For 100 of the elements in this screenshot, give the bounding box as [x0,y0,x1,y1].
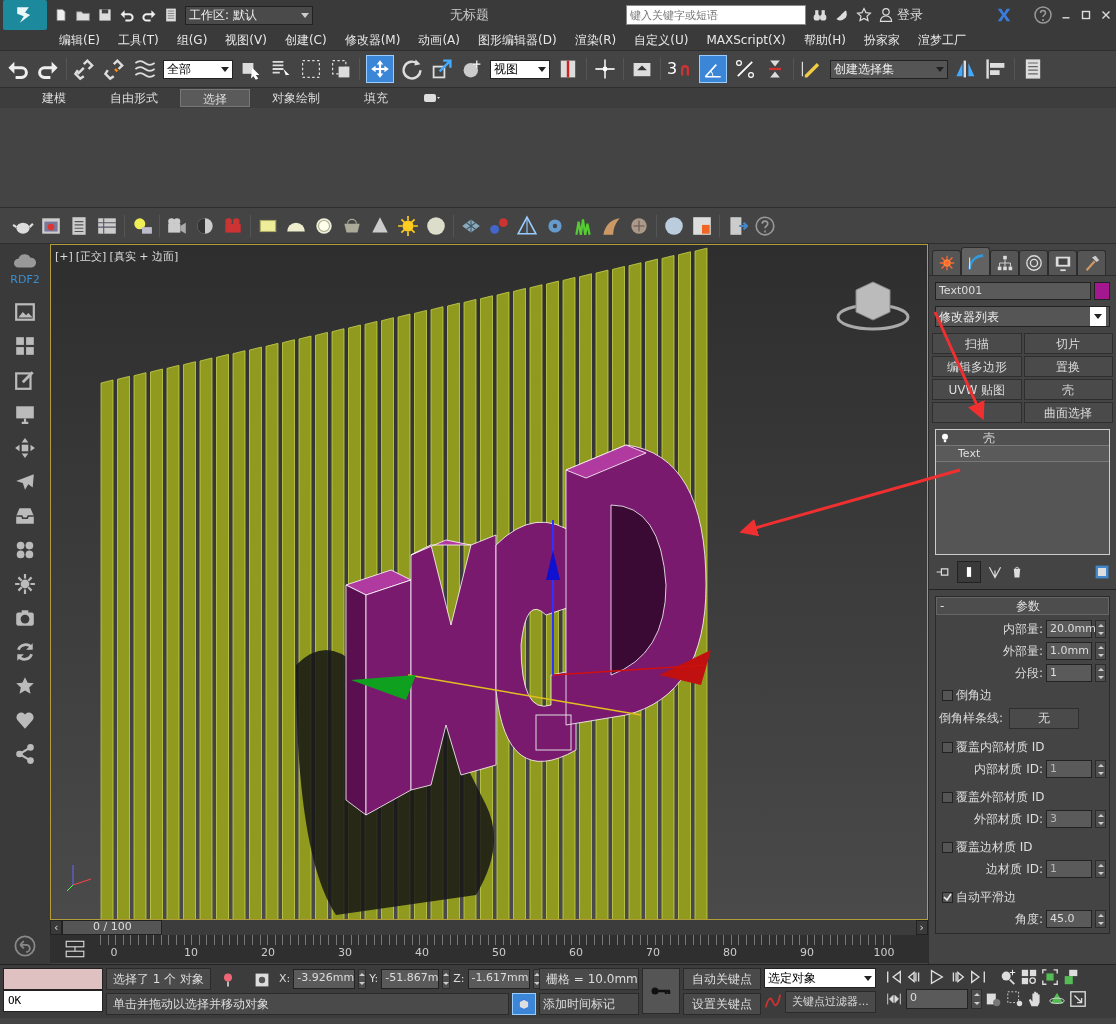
collapse-sign[interactable]: - [937,597,948,615]
menu-item[interactable]: 工具(T) [108,31,168,49]
pick-spline-button[interactable]: 无 [1009,707,1080,729]
command-panel-tab[interactable] [932,250,961,275]
checkbox[interactable] [942,891,953,903]
viewport-label[interactable]: [+] [55,249,73,266]
menu-item[interactable]: 渲梦工厂 [909,31,975,49]
zoom-icon[interactable] [999,968,1017,986]
star-icon[interactable] [856,7,872,23]
object-name-field[interactable]: Text001 [935,282,1091,300]
unlink-icon[interactable] [103,57,127,81]
save-icon[interactable] [97,7,113,23]
spinner-arrows-icon[interactable] [442,969,451,989]
login-link[interactable]: 登录 [897,5,923,25]
back-icon[interactable] [13,934,37,958]
spinner-arrows-icon[interactable] [1095,810,1106,828]
scale-icon[interactable] [430,57,454,81]
ribbon-tab[interactable]: 选择 [180,89,250,107]
modifier-button[interactable]: 曲面选择 [1023,402,1113,423]
named-selection-dropdown[interactable]: 创建选择集 [830,59,949,79]
modifier-button[interactable] [932,402,1022,423]
checkbox[interactable] [942,791,953,803]
command-panel-tab[interactable] [1019,250,1048,275]
x-coordinate-field[interactable]: -3.926mm [293,969,356,989]
menu-item[interactable]: 图形编辑器(D) [468,31,566,49]
spinner-arrows-icon[interactable] [1095,642,1106,660]
menu-item[interactable]: 自定义(U) [625,31,698,49]
workspace-dropdown[interactable]: 工作区: 默认 [185,5,313,25]
redo-icon[interactable] [141,7,157,23]
menu-item[interactable]: 修改器(M) [335,31,410,49]
menu-item[interactable]: 组(G) [167,31,217,49]
zoom-all-icon[interactable] [1020,968,1038,986]
project-folder-icon[interactable] [163,7,179,23]
rotate-icon[interactable] [400,57,424,81]
modifier-button[interactable]: 置换 [1023,356,1113,377]
menu-item[interactable]: 动画(A) [409,31,469,49]
zoom-extents-icon[interactable] [1041,968,1059,986]
checkbox[interactable] [942,841,953,853]
help-icon[interactable] [1033,5,1053,25]
spinner-field[interactable]: 45.0 [1046,910,1092,928]
spinner-arrows-icon[interactable] [1095,910,1106,928]
next-frame-button[interactable]: › [915,920,928,935]
move-tool-button[interactable] [366,55,394,83]
set-key-button[interactable]: 设置关键点 [683,993,761,1015]
menu-item[interactable]: 视图(V) [216,31,276,49]
menu-item[interactable]: 扮家家 [855,31,909,49]
binoculars-icon[interactable] [812,7,828,23]
add-time-tag-button[interactable]: 添加时间标记 [539,993,639,1015]
tiles-icon[interactable] [14,334,36,357]
spinner-arrows-icon[interactable] [1095,620,1106,638]
modifier-button[interactable]: 扫描 [932,333,1022,354]
track-bar-icon[interactable] [64,938,86,960]
previous-frame-button[interactable]: ‹ [50,920,63,935]
viewport[interactable]: [+] [正交] [真实 + 边面] [50,244,928,920]
move-arrows-icon[interactable] [14,436,36,459]
menu-item[interactable]: 帮助(H) [794,31,855,49]
light-bulb-icon[interactable] [939,431,951,444]
sphere-light-icon[interactable] [425,214,447,237]
checkbox[interactable] [942,741,953,753]
viewport-label[interactable]: [真实 + 边面] [109,249,179,266]
command-panel-tab[interactable] [990,250,1019,275]
user-icon[interactable] [878,7,894,23]
listener-output-field[interactable]: OK [3,990,103,1012]
link-icon[interactable] [73,57,97,81]
current-frame-field[interactable]: 0 [906,989,968,1009]
viewport-label[interactable]: [正交] [75,249,107,266]
spinner-arrows-icon[interactable] [1095,860,1106,878]
modifier-button[interactable]: 壳 [1023,379,1113,400]
maximize-icon[interactable] [1079,8,1093,22]
command-panel-tab[interactable] [961,247,990,275]
set-keys-button[interactable] [642,968,680,1014]
maximize-viewport-icon[interactable] [1069,990,1087,1008]
refresh-icon[interactable] [14,640,36,663]
menu-item[interactable]: 创建(C) [275,31,336,49]
zoom-extents-all-icon[interactable] [1062,968,1080,986]
selection-filter-dropdown[interactable]: 全部 [163,59,233,79]
spinner-arrows-icon[interactable] [1095,664,1106,682]
image-icon[interactable] [14,300,36,323]
pyramid-icon[interactable] [516,214,538,237]
stack-item[interactable]: Text [936,446,1109,462]
sun-icon[interactable] [397,214,419,237]
make-unique-icon[interactable] [987,564,1003,580]
ribbon-tab[interactable]: 自由形式 [88,89,180,107]
bind-icon[interactable] [133,57,157,81]
spinner-arrows-icon[interactable] [971,989,982,1009]
satellite-dish-icon[interactable] [834,7,850,23]
z-coordinate-field[interactable]: -1.617mm [467,969,530,989]
zoom-region-icon[interactable] [1006,990,1024,1008]
angle-snap-button[interactable] [699,55,728,83]
y-coordinate-field[interactable]: -51.867m [381,969,440,989]
new-file-icon[interactable] [53,7,69,23]
object-color-swatch[interactable] [1094,282,1110,300]
menu-item[interactable]: 渲染(R) [565,31,626,49]
modifier-stack[interactable]: 壳 Text [935,429,1110,555]
go-to-end-icon[interactable] [969,968,987,986]
ribbon-tab[interactable]: 建模 [20,89,88,107]
absolute-mode-icon[interactable] [254,971,271,988]
modifier-button[interactable]: 切片 [1023,333,1113,354]
configure-modifiers-icon[interactable] [1094,564,1110,580]
menu-item[interactable]: MAXScript(X) [697,31,795,49]
